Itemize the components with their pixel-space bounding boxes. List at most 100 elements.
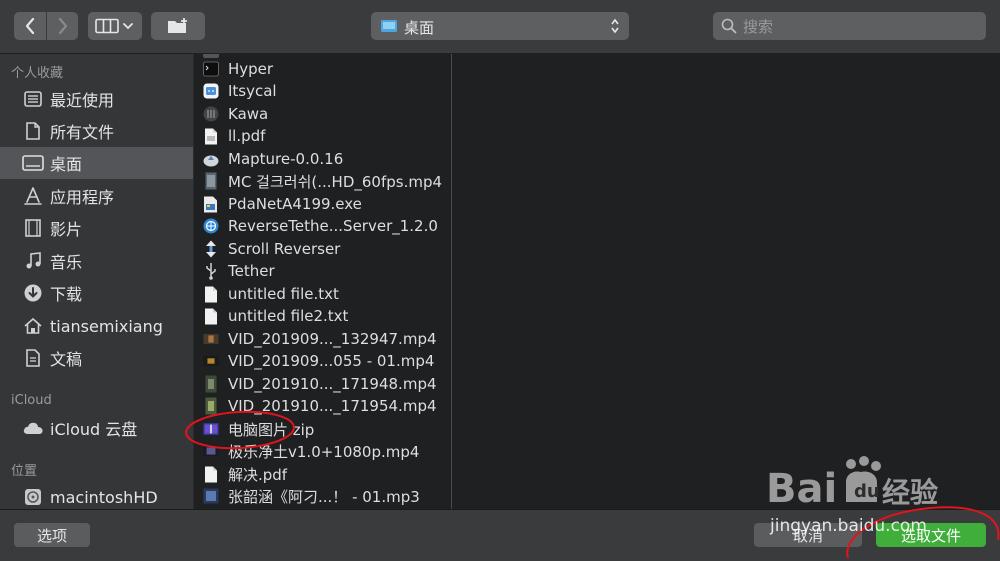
preview-column — [452, 54, 1000, 509]
file-name: Kawa — [228, 105, 269, 123]
sidebar-item-desktop[interactable]: 桌面 — [0, 147, 193, 179]
file-name: PdaNetA4199.exe — [228, 195, 362, 213]
options-button[interactable]: 选项 — [14, 523, 90, 547]
sidebar-item-label: 所有文件 — [50, 123, 115, 142]
film-icon — [22, 217, 44, 239]
file-row[interactable]: PdaNetA4199.exe — [194, 193, 451, 215]
sidebar-item-home[interactable]: tiansemixiang — [0, 310, 193, 342]
search-input[interactable] — [741, 15, 975, 39]
new-folder-button[interactable] — [151, 12, 205, 40]
text-file-icon — [203, 285, 219, 303]
location-label: 桌面 — [404, 19, 435, 37]
file-row[interactable]: Mapture-0.0.16 — [194, 148, 451, 170]
file-name: VID_201909...055 - 01.mp4 — [228, 352, 435, 370]
video-thumbnail-icon — [203, 352, 219, 370]
file-name: ll.pdf — [228, 127, 266, 145]
file-row[interactable]: 张韶涵《阿刁...！ - 01.mp3 — [194, 485, 451, 507]
sidebar-item-macintosh-hd[interactable]: macintoshHD — [0, 481, 193, 509]
file-name: untitled file.txt — [228, 285, 339, 303]
file-name: 电脑图片.zip — [228, 420, 315, 439]
sidebar-item-label: iCloud 云盘 — [50, 420, 138, 439]
file-name: 极乐净土v1.0+1080p.mp4 — [228, 442, 420, 461]
sidebar-item-label: macintoshHD — [50, 487, 158, 507]
watermark-site: jingyan.baidu.com — [770, 516, 927, 536]
video-thumbnail-icon — [203, 375, 219, 393]
file-name: VID_201910..._171948.mp4 — [228, 375, 437, 393]
pdf-file-icon — [203, 127, 219, 145]
file-row[interactable]: untitled file.txt — [194, 283, 451, 305]
sidebar-header-icloud: iCloud — [11, 393, 52, 408]
file-row[interactable]: Tether — [194, 260, 451, 282]
file-name: 解决.pdf — [228, 465, 288, 484]
document-icon — [22, 347, 44, 369]
file-name: Hyper — [228, 60, 274, 78]
globe-app-icon — [203, 217, 219, 235]
sidebar-item-label: 下载 — [50, 285, 83, 304]
sidebar-item-movies[interactable]: 影片 — [0, 212, 193, 244]
file-row[interactable]: 极乐净土v1.0+1080p.mp4 — [194, 440, 451, 462]
baidu-watermark-logo: Bai du 经验 — [766, 456, 938, 512]
file-row[interactable]: Itsycal — [194, 80, 451, 102]
sidebar-item-music[interactable]: 音乐 — [0, 245, 193, 277]
file-row[interactable]: ll.pdf — [194, 125, 451, 147]
scroll-app-icon — [203, 240, 219, 258]
file-row[interactable]: VID_201910..._171948.mp4 — [194, 373, 451, 395]
file-row[interactable]: VID_201910..._171954.mp4 — [194, 395, 451, 417]
sidebar-header-favorites: 个人收藏 — [11, 66, 64, 81]
sidebar-item-label: 音乐 — [50, 253, 83, 272]
file-row[interactable]: Kawa — [194, 103, 451, 125]
search-icon — [721, 18, 737, 34]
terminal-app-icon — [203, 60, 219, 78]
file-row[interactable]: Hyper — [194, 58, 451, 80]
video-thumbnail-icon — [203, 172, 219, 190]
file-name: Tether — [228, 262, 275, 280]
file-row[interactable]: untitled file2.txt — [194, 305, 451, 327]
file-name: ReverseTethe...Server_1.2.0 — [228, 217, 438, 235]
view-mode-button[interactable] — [88, 12, 142, 40]
sidebar-item-downloads[interactable]: 下载 — [0, 277, 193, 309]
usb-app-icon — [203, 262, 219, 280]
documents-icon — [22, 120, 44, 142]
file-name: MC 걸크러쉬(...HD_60fps.mp4 — [228, 172, 443, 191]
file-row[interactable]: 电脑图片.zip — [194, 418, 451, 440]
file-row[interactable]: MC 걸크러쉬(...HD_60fps.mp4 — [194, 170, 451, 192]
cloud-icon — [22, 417, 44, 439]
calendar-app-icon — [203, 82, 219, 100]
file-row[interactable]: VID_201909...055 - 01.mp4 — [194, 350, 451, 372]
sidebar-item-all-files[interactable]: 所有文件 — [0, 115, 193, 147]
sidebar-item-icloud-drive[interactable]: iCloud 云盘 — [0, 412, 193, 444]
video-thumbnail-icon — [203, 442, 219, 460]
file-name: Scroll Reverser — [228, 240, 341, 258]
sidebar-item-label: 最近使用 — [50, 91, 115, 110]
file-row[interactable]: VID_201909..._132947.mp4 — [194, 328, 451, 350]
applications-icon — [22, 185, 44, 207]
forward-button[interactable] — [47, 12, 78, 40]
sidebar: 个人收藏 最近使用 所有文件 桌面 应用程序 影片 音乐 下载 tiansemi… — [0, 54, 193, 509]
sidebar-item-label: 应用程序 — [50, 188, 115, 207]
location-popup[interactable]: 桌面 — [371, 12, 629, 40]
file-row[interactable]: Scroll Reverser — [194, 238, 451, 260]
up-down-arrows-icon — [611, 18, 619, 34]
sidebar-item-label: 影片 — [50, 220, 83, 239]
file-name: untitled file2.txt — [228, 307, 349, 325]
music-icon — [22, 250, 44, 272]
sidebar-item-applications[interactable]: 应用程序 — [0, 180, 193, 212]
file-row[interactable]: 解决.pdf — [194, 463, 451, 485]
back-button[interactable] — [14, 12, 46, 40]
desktop-folder-icon — [381, 20, 397, 32]
chevron-right-icon — [58, 18, 67, 34]
pdf-file-icon — [203, 465, 219, 483]
file-name: 张韶涵《阿刁...！ - 01.mp3 — [228, 487, 420, 506]
sidebar-item-label: tiansemixiang — [50, 316, 163, 336]
column-view-icon — [95, 18, 133, 34]
search-field[interactable] — [713, 12, 986, 40]
zip-file-icon — [203, 420, 219, 438]
sidebar-item-documents[interactable]: 文稿 — [0, 342, 193, 374]
desktop-icon — [22, 152, 44, 174]
harddisk-icon — [22, 486, 44, 508]
file-row[interactable]: ReverseTethe...Server_1.2.0 — [194, 215, 451, 237]
home-icon — [22, 315, 44, 337]
file-list-column: Hyper Itsycal Kawa ll.pdf Mapture-0.0.16… — [194, 54, 452, 509]
svg-text:经验: 经验 — [882, 476, 938, 509]
sidebar-item-recents[interactable]: 最近使用 — [0, 83, 193, 115]
